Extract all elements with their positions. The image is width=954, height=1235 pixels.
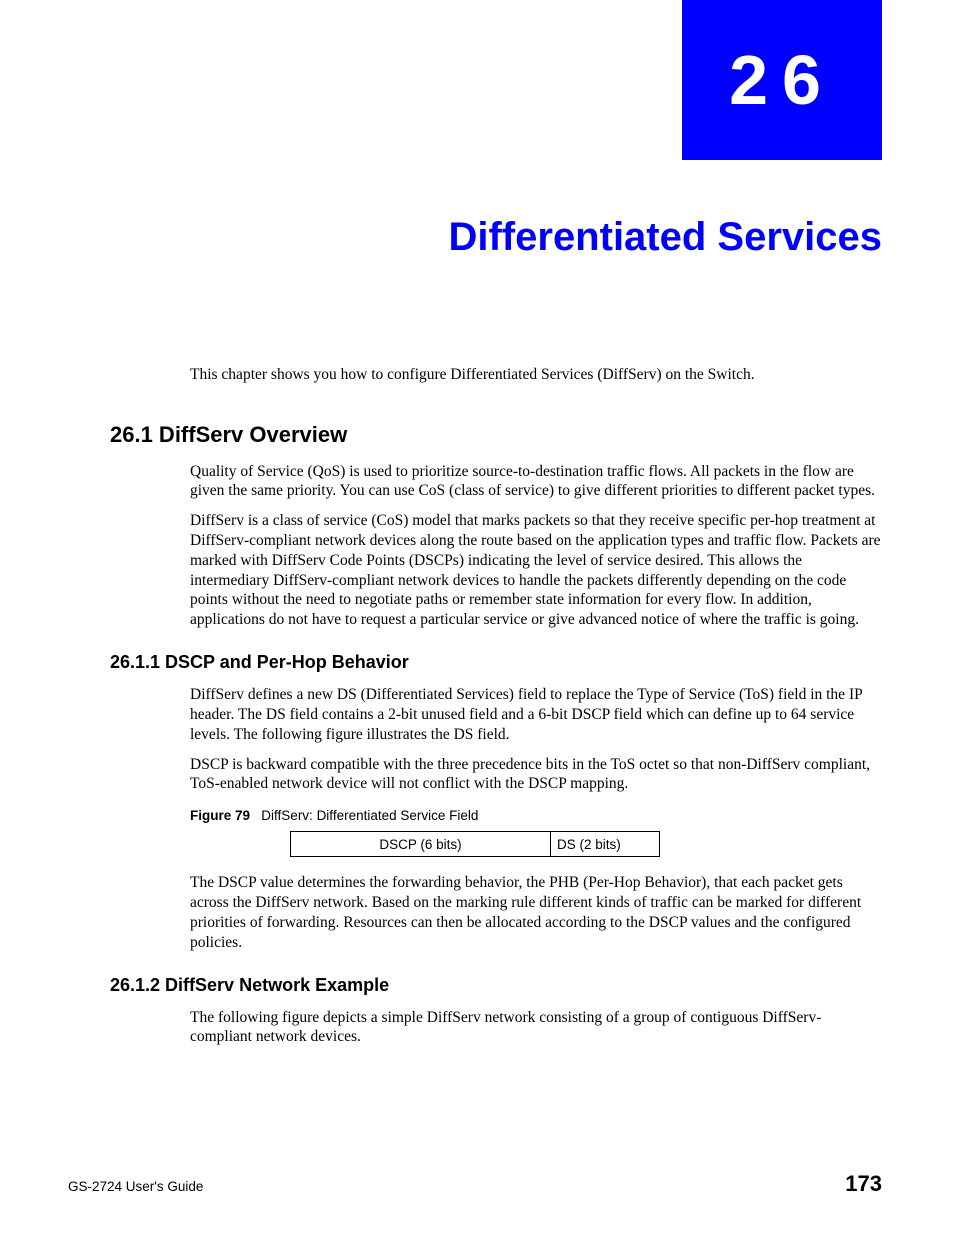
chapter-title: Differentiated Services: [448, 215, 882, 260]
section-26-1-heading: 26.1 DiffServ Overview: [110, 422, 882, 448]
section-26-1-1-heading: 26.1.1 DSCP and Per-Hop Behavior: [110, 652, 882, 673]
dscp-cell: DSCP (6 bits): [290, 831, 550, 857]
page-footer: GS-2724 User's Guide 173: [68, 1171, 882, 1197]
page-content: This chapter shows you how to configure …: [110, 350, 882, 1057]
footer-page-number: 173: [845, 1171, 882, 1197]
figure-79-label: Figure 79: [190, 808, 250, 823]
section-26-1-p2: DiffServ is a class of service (CoS) mod…: [190, 511, 882, 630]
footer-guide-name: GS-2724 User's Guide: [68, 1179, 203, 1194]
ds-cell: DS (2 bits): [550, 831, 660, 857]
section-26-1-2-heading: 26.1.2 DiffServ Network Example: [110, 975, 882, 996]
figure-79-diagram: DSCP (6 bits) DS (2 bits): [290, 831, 882, 857]
section-26-1-1-p3: The DSCP value determines the forwarding…: [190, 873, 882, 952]
section-26-1-1-p2: DSCP is backward compatible with the thr…: [190, 755, 882, 795]
chapter-number-box: 26: [682, 0, 882, 160]
ds-field-row: DSCP (6 bits) DS (2 bits): [290, 831, 882, 857]
section-26-1-1-p1: DiffServ defines a new DS (Differentiate…: [190, 685, 882, 744]
section-26-1-p1: Quality of Service (QoS) is used to prio…: [190, 462, 882, 502]
chapter-number: 26: [729, 40, 835, 120]
figure-79-caption: Figure 79 DiffServ: Differentiated Servi…: [190, 808, 882, 823]
chapter-intro: This chapter shows you how to configure …: [190, 366, 882, 384]
section-26-1-2-p1: The following figure depicts a simple Di…: [190, 1008, 882, 1048]
figure-79-caption-text: DiffServ: Differentiated Service Field: [261, 808, 478, 823]
